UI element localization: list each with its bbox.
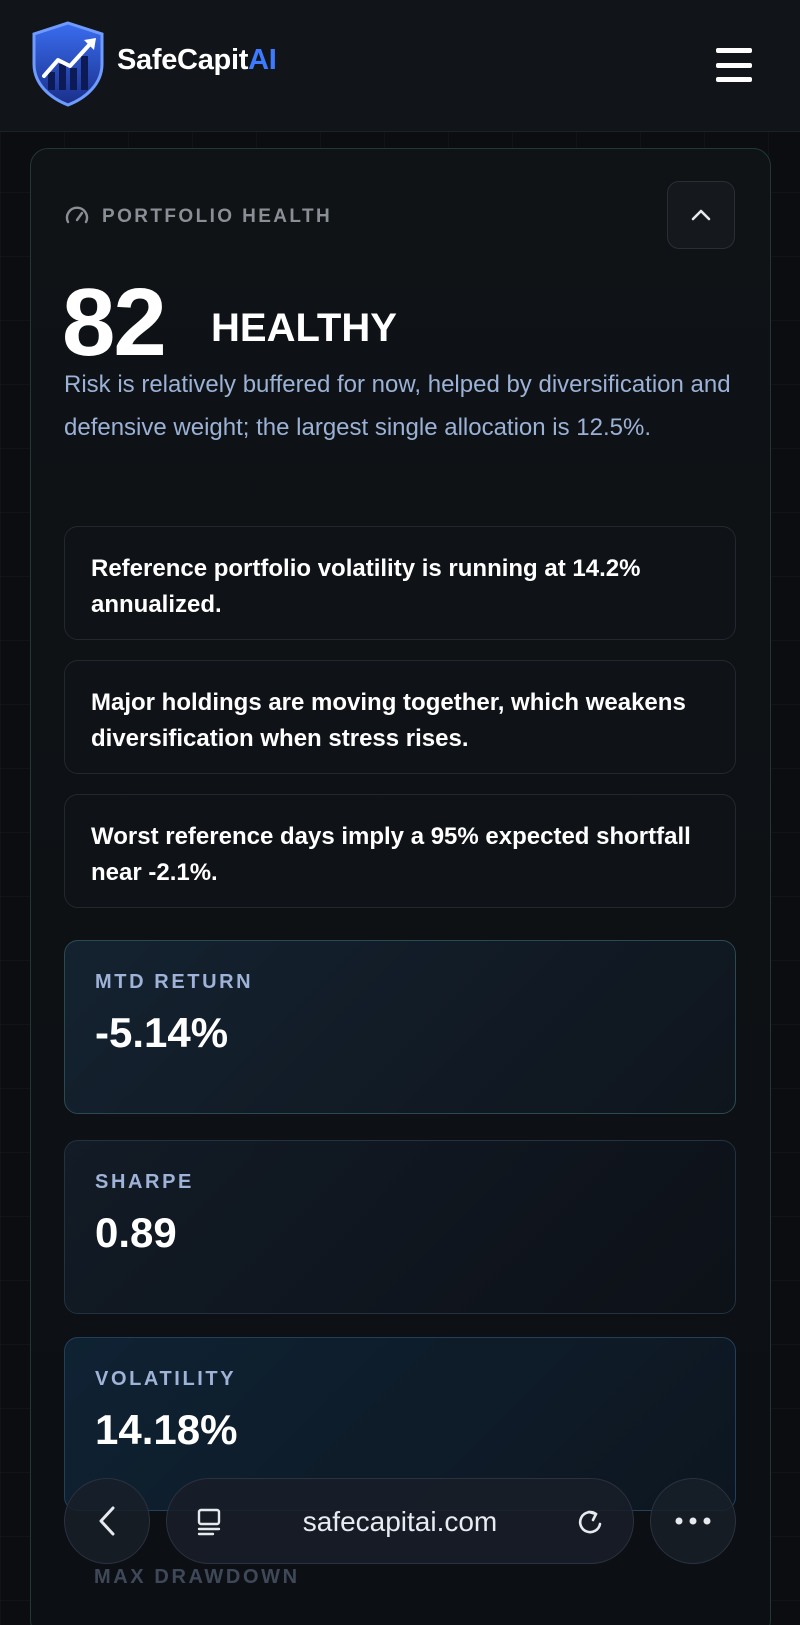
insight-item: Major holdings are moving together, whic… (64, 660, 736, 774)
metric-value: 14.18% (95, 1406, 238, 1453)
collapse-button[interactable] (667, 181, 735, 249)
app-header: SafeCapitAI (0, 0, 800, 132)
address-bar[interactable]: safecapitai.com (166, 1478, 634, 1564)
chevron-left-icon (99, 1506, 115, 1536)
more-icon (675, 1517, 711, 1525)
brand-name[interactable]: SafeCapitAI (117, 44, 277, 77)
brand-prefix: SafeCapit (117, 44, 249, 76)
gauge-icon (65, 206, 89, 224)
section-title: PORTFOLIO HEALTH (102, 206, 333, 227)
metric-label: MTD RETURN (95, 971, 254, 993)
metric-value: 0.89 (95, 1209, 177, 1256)
health-score: 82 (62, 269, 167, 376)
metric-card-mtd-return: MTD RETURN -5.14% (64, 940, 736, 1114)
reload-icon[interactable] (575, 1506, 607, 1538)
metric-label: MAX DRAWDOWN (94, 1566, 300, 1588)
health-summary: Risk is relatively buffered for now, hel… (64, 371, 731, 441)
section-header: PORTFOLIO HEALTH (64, 205, 332, 229)
metric-card-sharpe: SHARPE 0.89 (64, 1140, 736, 1314)
metric-value: -5.14% (95, 1009, 229, 1056)
brand-suffix: AI (248, 44, 277, 76)
health-status: HEALTHY (211, 306, 397, 350)
chevron-up-icon (691, 209, 711, 221)
metric-label: SHARPE (95, 1171, 194, 1193)
more-options-button[interactable] (650, 1478, 736, 1564)
hamburger-menu-icon[interactable] (716, 48, 752, 82)
url-text[interactable]: safecapitai.com (167, 1507, 633, 1537)
browser-back-button[interactable] (64, 1478, 150, 1564)
insight-item: Reference portfolio volatility is runnin… (64, 526, 736, 640)
insight-item: Worst reference days imply a 95% expecte… (64, 794, 736, 908)
metric-label: VOLATILITY (95, 1368, 237, 1390)
shield-logo-icon[interactable] (28, 20, 108, 108)
